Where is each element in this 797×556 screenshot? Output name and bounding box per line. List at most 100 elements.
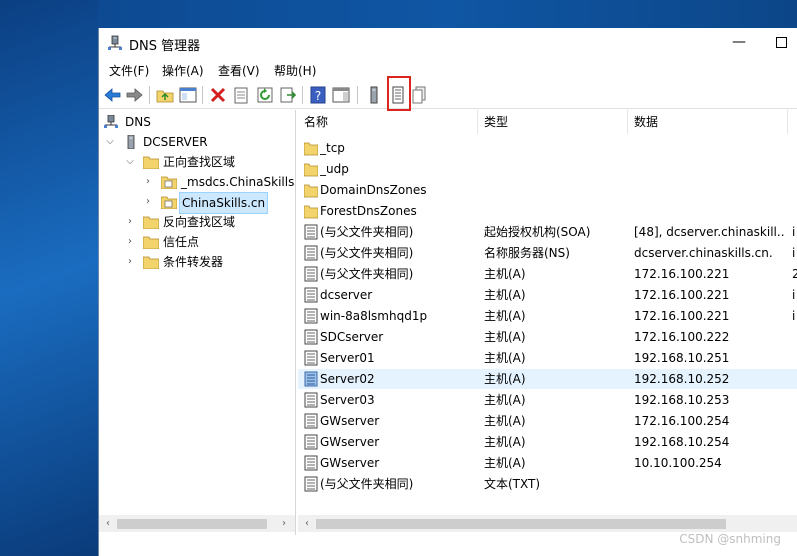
folder-icon: [143, 216, 159, 229]
record-data: [48], dcserver.chinaskill...: [634, 225, 784, 239]
record-type: 文本(TXT): [484, 477, 541, 491]
chevron-right-icon[interactable]: ›: [125, 232, 135, 252]
list-scroll-thumb[interactable]: [316, 519, 726, 529]
table-row[interactable]: GWserver 主机(A) 192.168.10.254: [298, 432, 797, 452]
dns-root-icon: [104, 115, 118, 128]
column-header-more[interactable]: [788, 110, 797, 134]
properties-icon[interactable]: [231, 85, 251, 105]
record-name: SDCserver: [320, 330, 384, 344]
record-type: 主机(A): [484, 435, 526, 449]
tree-scroll-thumb[interactable]: [117, 519, 267, 529]
forward-arrow-icon[interactable]: [124, 85, 144, 105]
chevron-down-icon[interactable]: ⌵: [105, 132, 115, 152]
record-name: GWserver: [320, 414, 380, 428]
table-row[interactable]: win-8a8lsmhqd1p 主机(A) 172.16.100.221 i: [298, 306, 797, 326]
maximize-button[interactable]: [776, 37, 787, 48]
menu-action[interactable]: 操作(A): [162, 62, 204, 79]
record-data: 10.10.100.254: [634, 456, 722, 470]
refresh-icon[interactable]: [255, 85, 275, 105]
menu-view[interactable]: 查看(V): [218, 62, 260, 79]
record-name: win-8a8lsmhqd1p: [320, 309, 428, 323]
record-data: 192.168.10.251: [634, 351, 730, 365]
table-row[interactable]: Server02 主机(A) 192.168.10.252: [298, 369, 797, 389]
export-list-icon[interactable]: [278, 85, 298, 105]
tree-horizontal-scrollbar[interactable]: ‹ ›: [99, 515, 295, 532]
dns-record-icon: [304, 392, 318, 408]
chevron-right-icon[interactable]: ›: [125, 212, 135, 232]
chevron-right-icon[interactable]: ›: [143, 172, 153, 192]
folder-icon: [143, 236, 159, 249]
server-icon[interactable]: [364, 85, 384, 105]
table-row[interactable]: GWserver 主机(A) 172.16.100.254: [298, 411, 797, 431]
back-arrow-icon[interactable]: [103, 85, 123, 105]
zone-icon: [161, 196, 177, 209]
tree-node-chinaskills[interactable]: › ChinaSkills.cn: [103, 192, 295, 214]
record-data: 172.16.100.254: [634, 414, 730, 428]
tree-node-dcserver[interactable]: ⌵ DCSERVER: [103, 132, 293, 152]
record-name: (与父文件夹相同): [320, 246, 414, 260]
table-row[interactable]: GWserver 主机(A) 10.10.100.254: [298, 453, 797, 473]
record-name: GWserver: [320, 456, 380, 470]
chevron-right-icon[interactable]: ›: [125, 252, 135, 272]
record-data: 192.168.10.253: [634, 393, 730, 407]
table-row[interactable]: SDCserver 主机(A) 172.16.100.222: [298, 327, 797, 347]
scroll-left-arrow[interactable]: ‹: [300, 516, 314, 531]
toolbar: ?: [99, 82, 797, 109]
record-data: 192.168.10.252: [634, 372, 730, 386]
minimize-button[interactable]: —: [731, 32, 747, 52]
copy-record-icon[interactable]: [409, 85, 429, 105]
column-header-data[interactable]: 数据: [628, 110, 788, 134]
table-row[interactable]: Server03 主机(A) 192.168.10.253: [298, 390, 797, 410]
dns-record-icon: [304, 434, 318, 450]
record-data: 192.168.10.254: [634, 435, 730, 449]
tree-node-msdcs[interactable]: › _msdcs.ChinaSkills.cn: [103, 172, 295, 192]
menu-file[interactable]: 文件(F): [109, 62, 149, 79]
column-header-type[interactable]: 类型: [478, 110, 628, 134]
menu-help[interactable]: 帮助(H): [274, 62, 316, 79]
help-icon[interactable]: ?: [308, 85, 328, 105]
chevron-right-icon[interactable]: ›: [143, 192, 153, 212]
tree-node-forward-zones[interactable]: ⌵ 正向查找区域: [103, 152, 293, 172]
chevron-down-icon[interactable]: ⌵: [125, 152, 135, 172]
tree-node-reverse-zones[interactable]: › 反向查找区域: [103, 212, 293, 232]
record-data: dcserver.chinaskills.cn.: [634, 246, 773, 260]
record-type: 主机(A): [484, 309, 526, 323]
record-type: 主机(A): [484, 330, 526, 344]
show-action-pane-icon[interactable]: [331, 85, 351, 105]
up-folder-icon[interactable]: [155, 85, 175, 105]
table-row[interactable]: Server01 主机(A) 192.168.10.251: [298, 348, 797, 368]
folder-icon: [143, 156, 159, 169]
table-row[interactable]: _udp: [298, 159, 797, 179]
scroll-left-arrow[interactable]: ‹: [101, 516, 115, 531]
svg-text:?: ?: [315, 89, 321, 103]
tree-node-conditional-forwarders[interactable]: › 条件转发器: [103, 252, 293, 272]
table-row[interactable]: (与父文件夹相同) 起始授权机构(SOA) [48], dcserver.china…: [298, 222, 797, 242]
scroll-right-arrow[interactable]: ›: [277, 516, 291, 531]
table-row[interactable]: (与父文件夹相同) 名称服务器(NS) dcserver.chinaskills.c…: [298, 243, 797, 263]
table-row[interactable]: ForestDnsZones: [298, 201, 797, 221]
tree-node-dns[interactable]: DNS: [103, 112, 293, 132]
table-row[interactable]: (与父文件夹相同) 主机(A) 172.16.100.221 2: [298, 264, 797, 284]
delete-icon[interactable]: [208, 85, 228, 105]
table-row[interactable]: _tcp: [298, 138, 797, 158]
record-extra: i: [792, 288, 796, 302]
tree-label-trust-points: 信任点: [163, 235, 200, 249]
record-type: 主机(A): [484, 288, 526, 302]
tree-label-forward-zones: 正向查找区域: [163, 155, 236, 169]
records-list: 名称 类型 数据 _tcp _udp DomainDnsZones ForestDns…: [298, 110, 797, 535]
dns-app-icon: [108, 35, 122, 50]
show-tree-icon[interactable]: [178, 85, 198, 105]
table-row[interactable]: (与父文件夹相同) 文本(TXT): [298, 474, 797, 494]
list-horizontal-scrollbar[interactable]: ‹: [298, 515, 797, 532]
record-data: 172.16.100.221: [634, 267, 730, 281]
table-row[interactable]: DomainDnsZones: [298, 180, 797, 200]
dns-record-icon: [304, 413, 318, 429]
table-row[interactable]: dcserver 主机(A) 172.16.100.221 i: [298, 285, 797, 305]
tree-node-trust-points[interactable]: › 信任点: [103, 232, 293, 252]
dns-record-icon: [304, 350, 318, 366]
dns-manager-window: DNS 管理器 — 文件(F) 操作(A) 查看(V) 帮助(H) ? DNS …: [98, 28, 797, 556]
record-name: DomainDnsZones: [320, 183, 427, 197]
record-data: 172.16.100.221: [634, 309, 730, 323]
column-header-name[interactable]: 名称: [298, 110, 478, 134]
folder-icon: [303, 203, 319, 219]
